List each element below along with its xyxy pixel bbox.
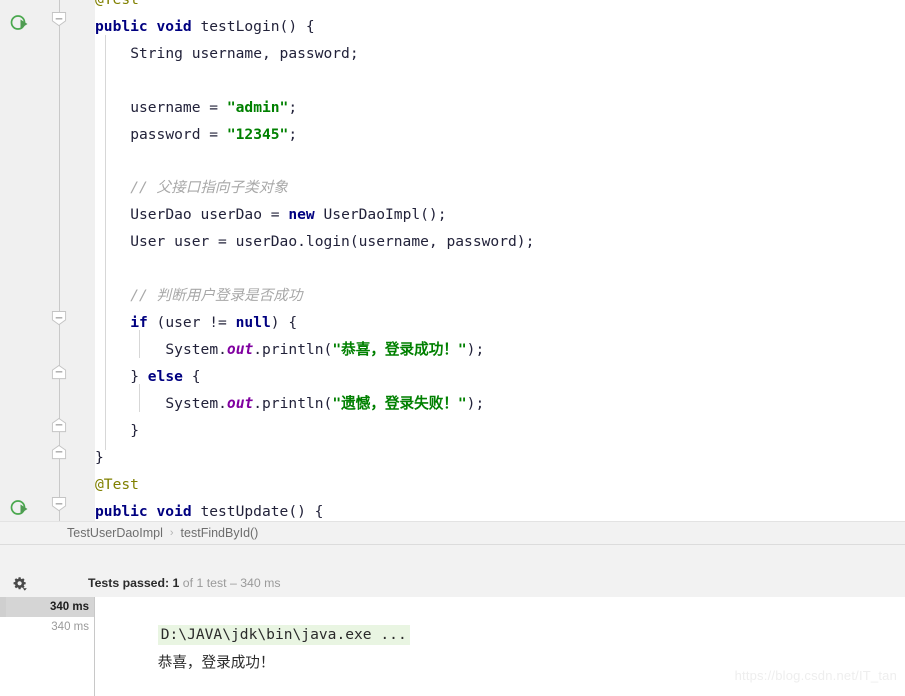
- console-output-line: 恭喜，登录成功！: [105, 627, 275, 671]
- code-line: System.out.println("遗憾，登录失败！");: [165, 390, 484, 417]
- code-token-plain: System.: [165, 395, 227, 412]
- test-tree[interactable]: 340 ms 340 ms: [0, 597, 95, 696]
- code-line: // 父接口指向子类对象: [130, 174, 288, 201]
- code-token-cmt: // 判断用户登录是否成功: [130, 287, 303, 304]
- test-tree-row[interactable]: 340 ms: [0, 617, 95, 637]
- breadcrumb[interactable]: TestUserDaoImpl › testFindById(): [0, 521, 905, 545]
- code-token-plain: String username, password;: [130, 45, 359, 62]
- test-status-suffix: of 1 test – 340 ms: [179, 576, 281, 590]
- code-token-cmt: // 父接口指向子类对象: [130, 179, 288, 196]
- code-token-kw: public: [95, 18, 157, 35]
- code-token-plain: (user !=: [156, 314, 236, 331]
- code-line: }: [130, 417, 139, 444]
- code-token-kw: public: [95, 503, 157, 520]
- code-token-stat: out: [226, 395, 254, 412]
- indent-guide: [139, 384, 140, 412]
- code-line: @Test: [95, 0, 139, 13]
- code-token-plain: User user = userDao.login(username, pass…: [130, 233, 535, 250]
- code-fold-handle[interactable]: [51, 12, 68, 29]
- ide-window: @Test public void testLogin() { String use…: [0, 0, 905, 696]
- tree-scroll-indicator[interactable]: [0, 597, 6, 617]
- code-token-plain: }: [95, 449, 104, 466]
- code-fold-handle[interactable]: [51, 417, 68, 435]
- code-fold-handle[interactable]: [51, 364, 68, 382]
- watermark: https://blog.csdn.net/IT_tan: [734, 668, 897, 683]
- panel-gap: [0, 545, 905, 571]
- code-token-plain: {: [182, 368, 201, 385]
- test-duration: 340 ms: [49, 601, 89, 613]
- code-text[interactable]: @Test public void testLogin() { String use…: [95, 0, 905, 521]
- code-token-plain: );: [466, 341, 485, 358]
- code-line: // 判断用户登录是否成功: [130, 282, 302, 309]
- code-token-ann: @Test: [95, 476, 139, 493]
- editor-gutter[interactable]: [0, 0, 40, 521]
- code-token-plain: UserDaoImpl();: [323, 206, 447, 223]
- indent-guide: [139, 330, 140, 358]
- fold-guide-line: [59, 0, 60, 521]
- code-token-ann: @Test: [95, 0, 139, 8]
- code-token-plain: }: [130, 422, 139, 439]
- code-line: System.out.println("恭喜，登录成功！");: [165, 336, 484, 363]
- code-token-plain: UserDao userDao =: [130, 206, 289, 223]
- code-line: } else {: [130, 363, 200, 390]
- code-line: password = "12345";: [130, 121, 297, 148]
- console-command-line: D:\JAVA\jdk\bin\java.exe ...: [105, 599, 410, 645]
- test-status-text: Tests passed: 1 of 1 test – 340 ms: [88, 576, 281, 590]
- code-token-kw: void: [156, 18, 201, 35]
- code-token-kw: new: [288, 206, 324, 223]
- run-test-icon[interactable]: [9, 498, 31, 520]
- code-token-plain: }: [130, 368, 148, 385]
- code-token-plain: ;: [288, 126, 298, 143]
- code-token-plain: testLogin() {: [200, 18, 315, 35]
- code-line: UserDao userDao = new UserDaoImpl();: [130, 201, 446, 228]
- code-token-kw: void: [156, 503, 201, 520]
- code-line: @Test: [95, 471, 139, 498]
- console-exit-line: Process finished with exit code 0: [105, 683, 448, 696]
- breadcrumb-class[interactable]: TestUserDaoImpl: [67, 526, 163, 540]
- code-token-str: "12345": [226, 126, 289, 143]
- code-editor[interactable]: @Test public void testLogin() { String use…: [0, 0, 905, 521]
- code-line: public void testUpdate() {: [95, 498, 323, 521]
- code-fold-handle[interactable]: [51, 444, 68, 462]
- code-line: username = "admin";: [130, 94, 297, 121]
- code-token-plain: password =: [130, 126, 227, 143]
- code-folding-strip[interactable]: [40, 0, 95, 521]
- code-token-plain: username =: [130, 99, 227, 116]
- breadcrumb-separator-icon: ›: [169, 527, 174, 539]
- code-fold-handle[interactable]: [51, 497, 68, 514]
- code-line: public void testLogin() {: [95, 13, 315, 40]
- code-token-kw: else: [147, 368, 183, 385]
- code-token-plain: .println(: [253, 341, 333, 358]
- gear-icon[interactable]: [12, 576, 28, 592]
- code-token-plain: System.: [165, 341, 227, 358]
- breadcrumb-method[interactable]: testFindById(): [181, 526, 259, 540]
- code-token-plain: );: [466, 395, 485, 412]
- code-fold-handle[interactable]: [51, 311, 68, 328]
- code-token-str: "admin": [226, 99, 289, 116]
- code-token-plain: testUpdate() {: [200, 503, 324, 520]
- code-token-plain: ) {: [270, 314, 298, 331]
- code-token-str: "遗憾，登录失败！": [332, 395, 467, 412]
- code-token-kw: if: [130, 314, 157, 331]
- console-output-text: 恭喜，登录成功！: [157, 654, 275, 671]
- code-line: if (user != null) {: [130, 309, 297, 336]
- code-line: User user = userDao.login(username, pass…: [130, 228, 534, 255]
- run-test-icon[interactable]: [9, 13, 31, 35]
- test-status-label: Tests passed:: [88, 576, 173, 590]
- test-tree-row[interactable]: 340 ms: [0, 597, 95, 617]
- code-token-plain: .println(: [253, 395, 333, 412]
- code-line: String username, password;: [130, 40, 358, 67]
- code-token-stat: out: [226, 341, 254, 358]
- code-token-plain: ;: [288, 99, 298, 116]
- indent-guide: [105, 35, 106, 450]
- code-token-kw: null: [235, 314, 271, 331]
- test-duration: 340 ms: [51, 621, 89, 633]
- code-line: }: [95, 444, 104, 471]
- code-token-str: "恭喜，登录成功！": [332, 341, 467, 358]
